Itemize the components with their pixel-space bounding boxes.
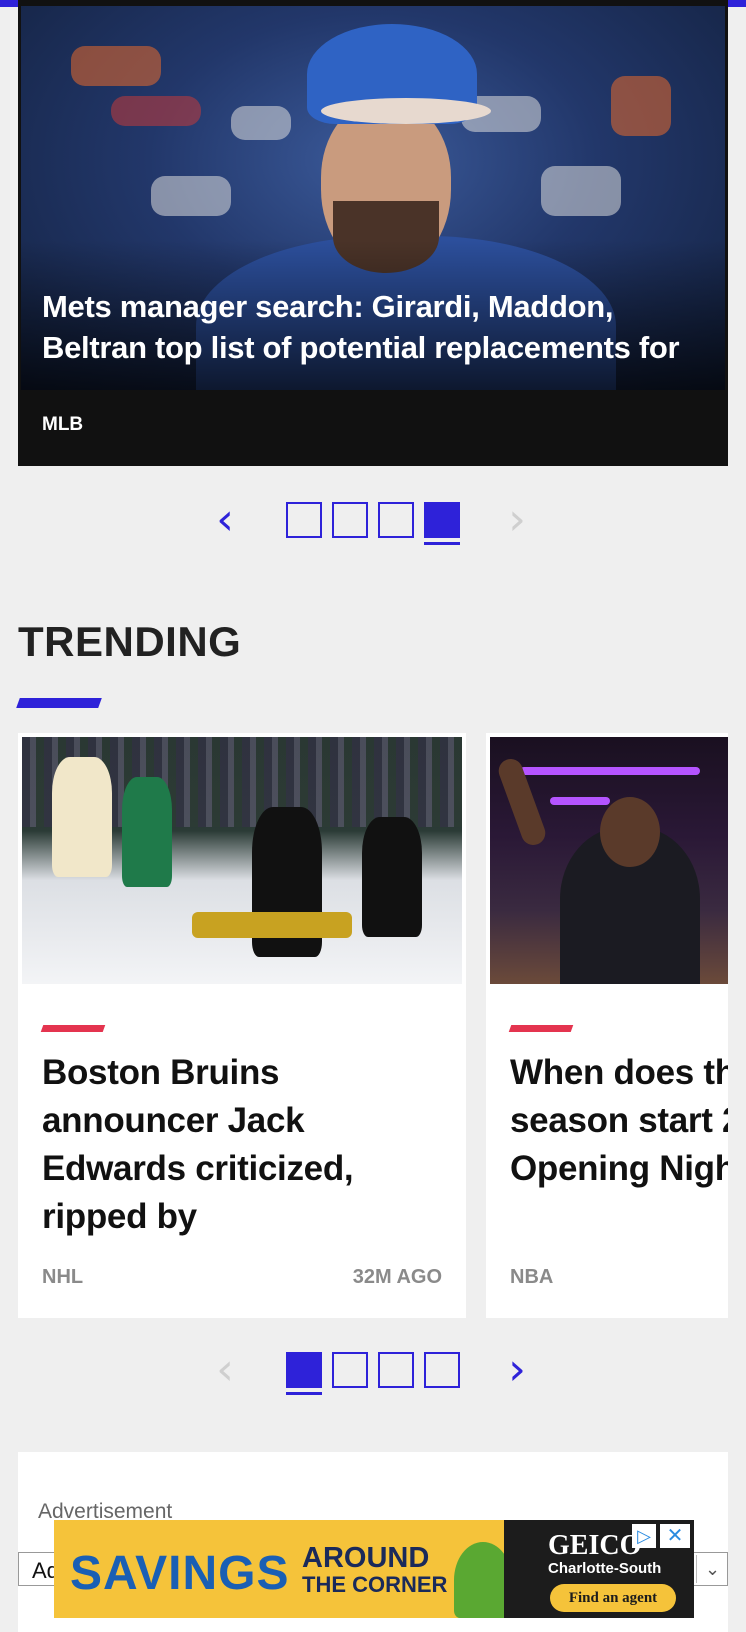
carousel-dot-3[interactable]: [378, 1352, 414, 1388]
chevron-left-icon[interactable]: ‹: [210, 1348, 240, 1396]
chevron-left-icon[interactable]: ‹: [210, 498, 240, 546]
card-accent-bar: [40, 1025, 106, 1032]
trending-card-image: [490, 737, 728, 984]
card-headline[interactable]: When does theseason start 2Opening Night: [510, 1049, 728, 1193]
chevron-right-icon[interactable]: ›: [502, 498, 532, 546]
section-title-underline: [16, 698, 102, 708]
hero-carousel-pager: ‹ ›: [210, 498, 540, 546]
carousel-dot-4[interactable]: [424, 502, 460, 545]
carousel-dot-2[interactable]: [332, 1352, 368, 1388]
ad-around-text: AROUND: [302, 1542, 430, 1574]
carousel-dot-4[interactable]: [424, 1352, 460, 1388]
ad-choices-icon[interactable]: ▷: [632, 1524, 656, 1548]
ad-location: Charlotte-South: [548, 1560, 662, 1577]
trending-card[interactable]: When does theseason start 2Opening Night…: [486, 733, 728, 1318]
chevron-right-icon[interactable]: ›: [502, 1348, 532, 1396]
carousel-dot-3[interactable]: [378, 502, 414, 538]
ad-banner[interactable]: SAVINGS AROUND THE CORNER GEICO Charlott…: [54, 1520, 694, 1618]
card-league-tag[interactable]: NHL: [42, 1266, 83, 1289]
trending-card[interactable]: Boston Bruins announcer Jack Edwards cri…: [18, 733, 466, 1318]
ad-brand-logo: GEICO: [548, 1530, 642, 1561]
trending-carousel-pager: ‹ ›: [210, 1348, 540, 1396]
chevron-down-icon[interactable]: ⌄: [696, 1555, 728, 1583]
carousel-dot-2[interactable]: [332, 502, 368, 538]
card-league-tag[interactable]: NBA: [510, 1266, 553, 1289]
card-headline[interactable]: Boston Bruins announcer Jack Edwards cri…: [42, 1049, 447, 1241]
section-title: TRENDING: [18, 618, 242, 665]
hero-league-tag[interactable]: MLB: [42, 414, 83, 436]
find-agent-button[interactable]: Find an agent: [550, 1584, 676, 1612]
ad-corner-text: THE CORNER: [302, 1572, 448, 1597]
hero-headline[interactable]: Mets manager search: Girardi, Maddon, Be…: [42, 286, 702, 368]
carousel-dot-1[interactable]: [286, 502, 322, 538]
hero-story-card[interactable]: Mets manager search: Girardi, Maddon, Be…: [18, 0, 728, 466]
ad-savings-text: SAVINGS: [70, 1547, 290, 1600]
carousel-dot-1[interactable]: [286, 1352, 322, 1395]
trending-card-image: [22, 737, 462, 984]
card-timestamp: 32M AGO: [352, 1266, 442, 1288]
card-accent-bar: [508, 1025, 574, 1032]
close-icon[interactable]: ✕: [660, 1524, 690, 1548]
